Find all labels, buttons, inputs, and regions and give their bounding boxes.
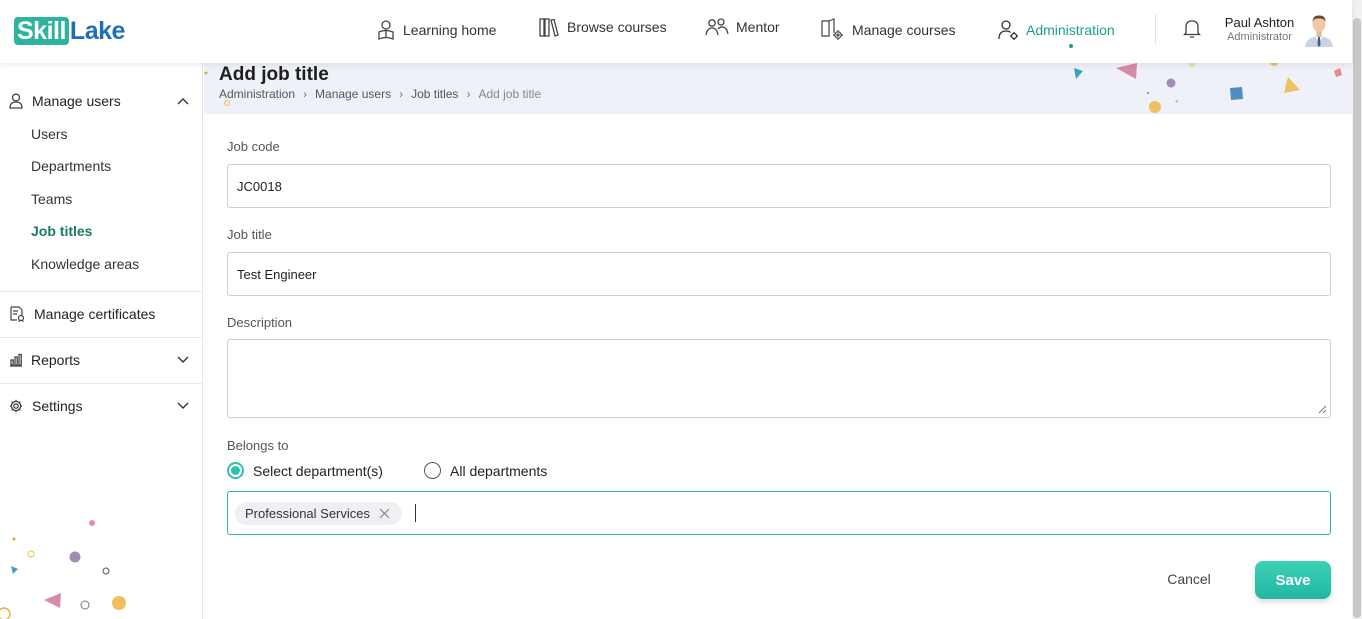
job-code-input[interactable]: JC0018: [227, 164, 1331, 208]
nav-label: Manage courses: [852, 22, 956, 38]
page-scrollbar[interactable]: [1352, 0, 1362, 619]
sidebar-divider: [0, 337, 203, 338]
job-title-input[interactable]: Test Engineer: [227, 252, 1331, 296]
job-code-label: Job code: [227, 139, 280, 154]
chip-label: Professional Services: [245, 506, 370, 521]
nav-manage-courses[interactable]: Manage courses: [820, 16, 956, 44]
sidebar-group-label: Reports: [31, 352, 81, 368]
active-nav-indicator: [1069, 44, 1073, 48]
radio-unselected-icon[interactable]: [424, 462, 441, 479]
sidebar-group-label: Manage users: [32, 93, 121, 109]
dot-decoration: [224, 100, 230, 106]
radio-all-departments[interactable]: All departments: [424, 462, 547, 479]
scrollbar-thumb[interactable]: [1353, 18, 1361, 618]
description-textarea[interactable]: [227, 339, 1331, 418]
sidebar-divider: [0, 383, 203, 384]
breadcrumb-current: Add job title: [478, 87, 542, 101]
breadcrumb: Administration › Manage users › Job titl…: [219, 87, 541, 101]
mentor-icon: [705, 18, 729, 36]
breadcrumb-manage-users[interactable]: Manage users: [315, 87, 391, 101]
bar-chart-icon: [10, 353, 22, 367]
sidebar-group-label: Manage certificates: [34, 306, 156, 322]
breadcrumb-separator-icon: ›: [466, 87, 471, 101]
user-icon: [9, 93, 23, 109]
header-divider: [1155, 14, 1156, 44]
job-title-label: Job title: [227, 227, 272, 242]
breadcrumb-job-titles[interactable]: Job titles: [411, 87, 458, 101]
sidebar-group-manage-users[interactable]: Manage users: [0, 91, 203, 111]
nav-label: Learning home: [403, 22, 497, 38]
nav-administration[interactable]: Administration: [997, 16, 1115, 44]
admin-user-gear-icon: [998, 20, 1018, 40]
page-header-band: Add job title Administration › Manage us…: [204, 63, 1352, 114]
breadcrumb-separator-icon: ›: [303, 87, 308, 101]
sidebar-divider: [0, 291, 203, 292]
text-caret: [415, 504, 416, 522]
nav-label: Mentor: [736, 19, 780, 35]
sidebar-item-teams[interactable]: Teams: [31, 191, 72, 207]
sidebar-item-job-titles[interactable]: Job titles: [31, 223, 92, 239]
departments-tag-input[interactable]: Professional Services: [227, 491, 1331, 535]
close-icon[interactable]: [379, 508, 390, 519]
dot-decoration: [204, 71, 208, 75]
sidebar-item-users[interactable]: Users: [31, 126, 68, 142]
notifications-bell-icon[interactable]: [1182, 18, 1202, 43]
manage-courses-icon: [821, 18, 843, 40]
sidebar-group-reports[interactable]: Reports: [0, 350, 203, 370]
save-button[interactable]: Save: [1255, 561, 1331, 599]
sidebar-group-settings[interactable]: Settings: [0, 396, 203, 416]
description-label: Description: [227, 315, 293, 330]
job-title-value: Test Engineer: [237, 266, 317, 282]
nav-mentor[interactable]: Mentor: [705, 13, 780, 41]
radio-label: All departments: [450, 462, 548, 479]
certificate-icon: [10, 306, 25, 322]
logo-lake-text: Lake: [69, 16, 125, 45]
user-role: Administrator: [1227, 31, 1292, 43]
sidebar: Manage users Users Departments Teams Job…: [0, 63, 203, 619]
radio-select-departments[interactable]: Select department(s): [227, 462, 383, 479]
skilllake-logo[interactable]: Skill Lake: [14, 17, 125, 45]
cancel-button[interactable]: Cancel: [1158, 567, 1220, 591]
confetti-decoration: [0, 520, 126, 619]
chevron-down-icon: [177, 356, 189, 363]
header-confetti-decoration: [1074, 63, 1342, 113]
sidebar-group-label: Settings: [32, 398, 83, 414]
belongs-to-label: Belongs to: [227, 438, 289, 453]
job-code-value: JC0018: [237, 178, 282, 194]
avatar[interactable]: [1303, 13, 1335, 47]
breadcrumb-separator-icon: ›: [399, 87, 404, 101]
nav-label: Browse courses: [567, 19, 667, 35]
nav-learning-home[interactable]: Learning home: [376, 16, 496, 44]
page-title: Add job title: [219, 64, 329, 85]
radio-selected-icon[interactable]: [227, 462, 244, 479]
nav-browse-courses[interactable]: Browse courses: [538, 13, 667, 41]
books-icon: [539, 18, 559, 37]
chevron-down-icon: [177, 402, 189, 409]
top-header: Skill Lake Learning home Browse courses M…: [0, 0, 1352, 63]
radio-label: Select department(s): [253, 462, 383, 479]
user-name: Paul Ashton: [1224, 15, 1295, 30]
nav-label: Administration: [1026, 22, 1115, 38]
chevron-up-icon: [177, 98, 189, 105]
sidebar-group-manage-certificates[interactable]: Manage certificates: [0, 304, 203, 324]
logo-skill-text: Skill: [14, 17, 69, 45]
department-chip: Professional Services: [235, 502, 402, 525]
sidebar-item-departments[interactable]: Departments: [31, 158, 111, 174]
resize-handle-icon[interactable]: [1318, 405, 1327, 414]
learning-home-icon: [378, 20, 394, 40]
sidebar-item-knowledge-areas[interactable]: Knowledge areas: [31, 256, 139, 272]
gear-icon: [9, 399, 23, 413]
